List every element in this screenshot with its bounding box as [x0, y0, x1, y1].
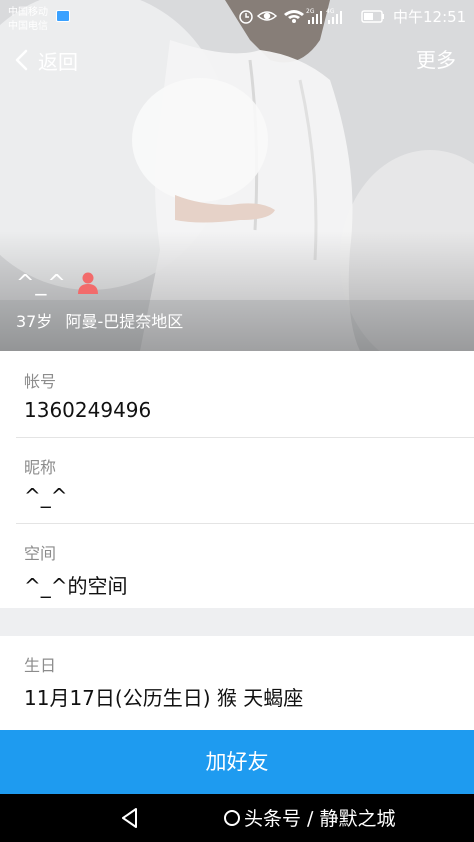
account-label: 帐号: [24, 372, 57, 391]
network-type-1: 2G: [306, 8, 315, 15]
add-friend-button[interactable]: 加好友: [0, 730, 474, 794]
watermark: 头条号 ∕ 静默之城: [224, 804, 395, 831]
more-button[interactable]: 更多: [416, 44, 456, 76]
account-field[interactable]: 帐号 1360249496: [0, 351, 474, 437]
profile-cover-photo: 中国移动 中国电信 2G 4G 中午12:51 返回 更多 ^_^ 37岁 阿曼…: [0, 0, 474, 351]
carrier-app-icon: [56, 10, 70, 22]
profile-meta: 37岁 阿曼-巴提奈地区: [16, 308, 191, 332]
info-section-birthday: 生日 11月17日(公历生日) 猴 天蝎座: [0, 636, 474, 730]
section-gap: [0, 608, 474, 636]
person-female-icon: [77, 272, 98, 294]
wifi-icon: [284, 10, 304, 23]
signal-icon-2: 4G: [326, 8, 342, 24]
profile-age: 37岁: [16, 312, 53, 331]
birthday-value: 11月17日(公历生日) 猴 天蝎座: [24, 686, 304, 710]
alarm-icon: [239, 10, 253, 24]
qzone-value: ^_^的空间: [24, 574, 128, 598]
info-section-basic: 帐号 1360249496 昵称 ^_^ 空间 ^_^的空间: [0, 351, 474, 608]
nickname-label: 昵称: [24, 458, 57, 477]
network-type-2: 4G: [326, 8, 335, 15]
profile-name-row: ^_^: [16, 268, 99, 298]
back-label: 返回: [38, 49, 78, 74]
qzone-field[interactable]: 空间 ^_^的空间: [0, 524, 474, 608]
chevron-left-icon: [15, 49, 28, 71]
status-icons: 2G 4G: [238, 6, 388, 26]
account-value: 1360249496: [24, 398, 152, 422]
nickname-field[interactable]: 昵称 ^_^: [0, 438, 474, 523]
profile-nickname: ^_^: [16, 270, 67, 296]
status-clock: 中午12:51: [393, 8, 467, 26]
nickname-value: ^_^: [24, 484, 68, 508]
eye-icon: [256, 11, 278, 21]
watermark-text: 头条号 ∕ 静默之城: [244, 808, 396, 830]
carrier-1: 中国移动: [8, 7, 48, 18]
system-nav-bar: 头条号 ∕ 静默之城: [0, 794, 474, 842]
signal-icon-1: 2G: [306, 8, 322, 24]
battery-icon: [361, 10, 384, 23]
birthday-label: 生日: [24, 656, 57, 675]
status-bar: 中国移动 中国电信 2G 4G 中午12:51: [0, 0, 474, 32]
profile-region: 阿曼-巴提奈地区: [65, 312, 184, 331]
birthday-field[interactable]: 生日 11月17日(公历生日) 猴 天蝎座: [0, 636, 474, 730]
nav-back-triangle-icon[interactable]: [118, 806, 142, 830]
carrier-2: 中国电信: [8, 21, 48, 32]
qzone-label: 空间: [24, 544, 57, 563]
back-button[interactable]: 返回: [12, 44, 78, 76]
watermark-ring-icon: [224, 809, 240, 826]
